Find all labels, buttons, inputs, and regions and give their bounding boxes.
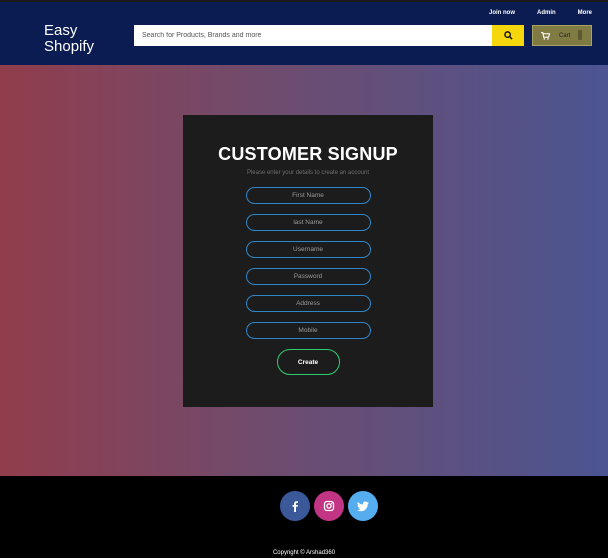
- instagram-link[interactable]: [314, 491, 344, 521]
- signup-form: CUSTOMER SIGNUP Please enter your detail…: [183, 115, 433, 407]
- mobile-field[interactable]: [245, 322, 371, 339]
- facebook-icon: [292, 501, 298, 512]
- copyright-text: Copyright © Arshad360: [272, 550, 336, 556]
- create-button[interactable]: Create: [276, 349, 340, 375]
- cart-label: Cart: [559, 32, 571, 39]
- search-button[interactable]: [492, 25, 524, 46]
- address-field[interactable]: [245, 295, 371, 312]
- search-input[interactable]: [134, 25, 492, 46]
- brand-logo[interactable]: Easy Shopify: [44, 23, 114, 55]
- site-footer: Copyright © Arshad360: [0, 476, 608, 558]
- site-header: Easy Shopify Join now Admin More Cart: [0, 0, 608, 65]
- search-icon: [503, 31, 513, 40]
- first-name-field[interactable]: [245, 187, 371, 204]
- cart-button[interactable]: Cart: [532, 25, 592, 46]
- social-links: [280, 491, 378, 521]
- instagram-icon: [323, 500, 335, 512]
- cart-divider: [578, 30, 582, 40]
- page-title: CUSTOMER SIGNUP: [218, 144, 398, 164]
- nav-admin[interactable]: Admin: [537, 10, 556, 16]
- cart-icon: [541, 31, 550, 40]
- main-content: CUSTOMER SIGNUP Please enter your detail…: [0, 65, 608, 476]
- nav-join-now[interactable]: Join now: [489, 10, 515, 16]
- twitter-icon: [357, 501, 369, 511]
- nav-more[interactable]: More: [578, 10, 592, 16]
- top-nav: Join now Admin More: [467, 10, 592, 16]
- form-subtitle: Please enter your details to create an a…: [246, 170, 370, 176]
- form-fields: [183, 187, 433, 339]
- password-field[interactable]: [245, 268, 371, 285]
- last-name-field[interactable]: [245, 214, 371, 231]
- username-field[interactable]: [245, 241, 371, 258]
- facebook-link[interactable]: [280, 491, 310, 521]
- twitter-link[interactable]: [348, 491, 378, 521]
